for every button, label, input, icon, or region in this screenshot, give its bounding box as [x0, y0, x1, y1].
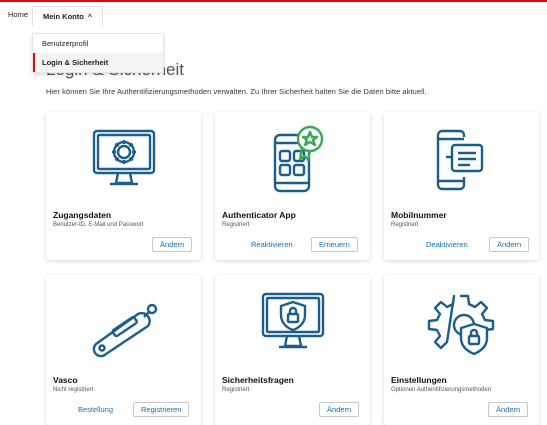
menu-item-login-sicherheit[interactable]: Login & Sicherheit: [33, 53, 163, 72]
card-subtitle: Benutzer-ID, E-Mail und Passwort: [53, 222, 144, 228]
gear-shield-lock-icon: [427, 294, 495, 356]
aendern-button[interactable]: Ändern: [152, 237, 193, 252]
card-mobilnummer: Mobilnummer Registriert Deaktivieren Änd…: [384, 112, 539, 260]
card-subtitle: Registriert: [222, 222, 250, 228]
card-title: Mobilnummer: [391, 210, 447, 220]
aendern-button[interactable]: Ändern: [489, 237, 530, 252]
card-zugangsdaten: Zugangsdaten Benutzer-ID, E-Mail und Pas…: [46, 112, 201, 260]
card-subtitle: Nicht registriert: [53, 387, 94, 393]
deaktivieren-button[interactable]: Deaktivieren: [426, 237, 468, 252]
card-title: Einstellungen: [391, 375, 447, 385]
card-sicherheitsfragen: Sicherheitsfragen Registriert Ändern: [215, 275, 370, 425]
card-authenticator-app: Authenticator App Registriert Reaktivier…: [215, 112, 370, 260]
smartphone-chat-icon: [436, 129, 484, 191]
smartphone-badge-icon: [273, 125, 324, 193]
reaktivieren-button[interactable]: Reaktivieren: [251, 237, 293, 252]
top-navigation: Home Mein Konto ^: [0, 2, 547, 33]
monitor-shield-lock-icon: [261, 292, 325, 349]
card-subtitle: Registriert: [391, 222, 419, 228]
card-vasco: Vasco Nicht registriert Bestellung Regis…: [46, 275, 201, 425]
card-einstellungen: Einstellungen Optionen Authentifizierung…: [384, 275, 539, 425]
aendern-button[interactable]: Ändern: [488, 402, 529, 417]
registrieren-button[interactable]: Registrieren: [133, 402, 190, 417]
erneuern-button[interactable]: Erneuern: [311, 237, 358, 252]
card-subtitle: Registriert: [222, 387, 250, 393]
page-intro-text: Hier können Sie Ihre Authentifizierungsm…: [46, 87, 427, 96]
nav-home-link[interactable]: Home: [8, 10, 28, 19]
menu-item-benutzerprofil[interactable]: Benutzerprofil: [33, 34, 163, 53]
chevron-up-icon: ^: [87, 14, 92, 21]
nav-mein-konto-dropdown[interactable]: Mein Konto ^: [32, 6, 103, 26]
card-title: Sicherheitsfragen: [222, 375, 294, 385]
account-dropdown-menu: Benutzerprofil Login & Sicherheit: [32, 33, 164, 73]
card-title: Zugangsdaten: [53, 210, 112, 220]
card-title: Vasco: [53, 375, 78, 385]
nav-mein-konto-label: Mein Konto: [43, 12, 84, 21]
aendern-button[interactable]: Ändern: [319, 402, 360, 417]
card-title: Authenticator App: [222, 210, 296, 220]
monitor-gear-icon: [92, 129, 156, 186]
bestellung-button[interactable]: Bestellung: [78, 402, 113, 417]
card-subtitle: Optionen Authentifizierungsmethoden: [391, 387, 492, 393]
usb-token-icon: [92, 303, 158, 358]
